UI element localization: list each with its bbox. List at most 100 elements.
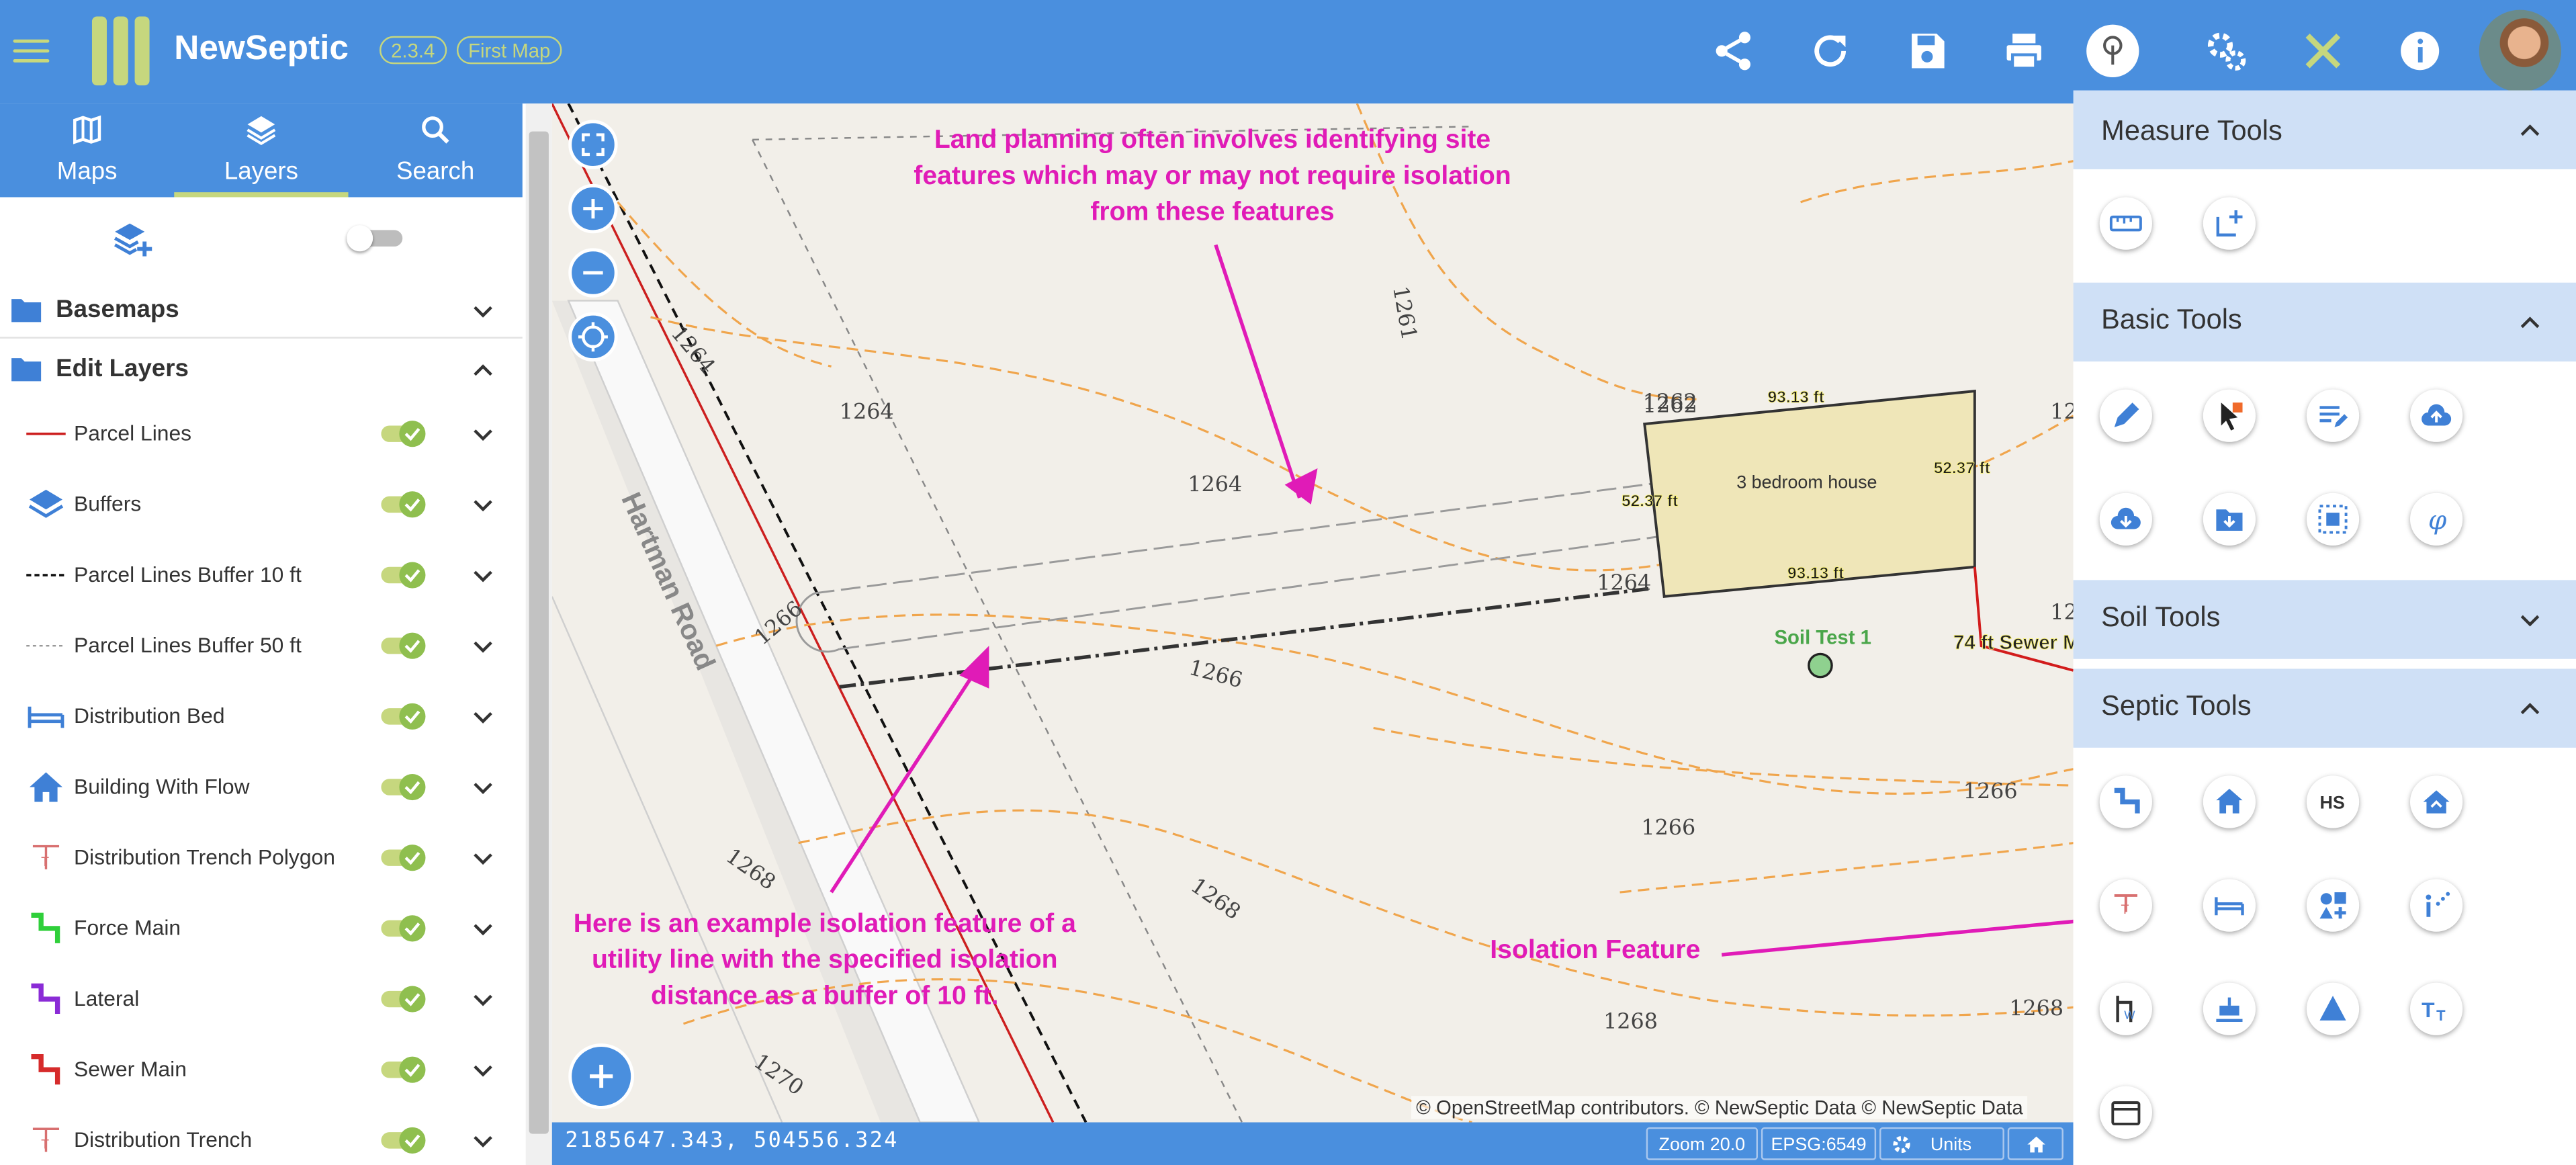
chevron-down-icon[interactable] [472,705,494,728]
layer-toggle[interactable] [381,914,427,943]
home-button[interactable] [2007,1127,2063,1160]
layer-toggle[interactable] [381,1055,427,1084]
epsg-code[interactable]: EPSG:6549 [1761,1127,1877,1160]
print-icon[interactable] [2001,28,2047,74]
soil-test-marker[interactable] [1808,652,1833,679]
map-canvas[interactable]: 1260 1262 1264 1264 1264 1264 1266 1266 … [551,103,2074,1123]
bed-tool[interactable] [2203,879,2256,932]
save-icon[interactable] [1904,28,1950,74]
section-soil-tools[interactable]: Soil Tools [2073,580,2576,659]
layer-row[interactable]: Building With Flow [0,752,523,823]
units-button[interactable]: Units [1879,1127,2004,1160]
layer-group-edit-layers[interactable]: Edit Layers [0,340,523,399]
building-dim-right: 52.37 ft [1934,459,1990,477]
layer-toggle[interactable] [381,1125,427,1155]
info-icon[interactable] [2397,28,2442,74]
force-main-tool[interactable] [2099,775,2152,828]
triangle-icon [2319,996,2346,1021]
section-basic-tools[interactable]: Basic Tools [2073,282,2576,362]
import-button[interactable] [2203,492,2256,546]
layer-toggle[interactable] [381,631,427,660]
layer-row[interactable]: Sewer Main [0,1035,523,1106]
layer-row[interactable]: Parcel Lines Buffer 10 ft [0,541,523,611]
layer-row[interactable]: Parcel Lines Buffer 50 ft [0,611,523,682]
chevron-down-icon[interactable] [472,917,494,940]
add-feature-button[interactable] [568,1043,635,1109]
layer-row[interactable]: Force Main [0,894,523,965]
layer-toggle[interactable] [381,490,427,519]
layer-row[interactable]: T Distribution Trench [0,1106,523,1165]
section-measure-tools[interactable]: Measure Tools [2073,90,2576,169]
notes-icon [2319,406,2348,427]
zoom-out-button[interactable] [568,248,618,298]
active-tab-indicator [174,192,349,198]
chevron-down-icon[interactable] [472,775,494,798]
isolation-feature-tool[interactable] [2306,879,2360,932]
tank-tool[interactable] [2203,982,2256,1035]
chevron-down-icon[interactable] [472,493,494,516]
tree-button[interactable] [2086,24,2139,77]
select-button[interactable] [2203,389,2256,442]
notes-button[interactable] [2306,389,2360,442]
trench-icon: T [2114,894,2137,917]
locate-button[interactable] [568,312,618,362]
triangle-tool[interactable] [2306,982,2360,1035]
layer-group-basemaps[interactable]: Basemaps [0,281,523,340]
chevron-down-icon[interactable] [472,423,494,445]
chevron-down-icon[interactable] [472,847,494,869]
archive-tool[interactable] [2099,1086,2152,1139]
tab-search[interactable]: Search [349,103,523,197]
scrollbar-thumb[interactable] [529,131,549,1134]
formula-button[interactable]: φ [2409,492,2463,546]
layer-toggle[interactable] [381,560,427,590]
tab-layers[interactable]: Layers [174,103,348,197]
layer-visibility-toggle[interactable] [347,225,403,252]
layer-row[interactable]: Distribution Bed [0,682,523,752]
add-layer-icon[interactable] [114,220,153,260]
trench-tool[interactable]: T [2099,879,2152,932]
download-button[interactable] [2099,492,2152,546]
chevron-down-icon[interactable] [472,564,494,587]
chevron-down-icon[interactable] [472,1129,494,1152]
layer-row[interactable]: Parcel Lines [0,399,523,470]
annotation-bottom: Here is an example isolation feature of … [573,910,1076,1011]
refresh-icon[interactable] [1807,28,1853,74]
select-area-button[interactable] [2306,492,2360,546]
chevron-up-icon [2520,124,2540,136]
layer-toggle[interactable] [381,419,427,449]
layer-toggle[interactable] [381,773,427,802]
layer-row[interactable]: Lateral [0,965,523,1035]
svg-text:T: T [2436,1007,2446,1024]
upload-button[interactable] [2409,389,2463,442]
avatar[interactable] [2479,9,2562,92]
text-size-tool[interactable]: TT [2409,982,2463,1035]
layer-row[interactable]: T Distribution Trench Polygon [0,823,523,894]
flow-tool[interactable] [2409,775,2463,828]
layer-row[interactable]: Buffers [0,470,523,540]
tab-layers-label: Layers [224,157,298,186]
settings-icon[interactable] [2203,28,2249,74]
fullscreen-button[interactable] [568,120,618,169]
edit-button[interactable] [2099,389,2152,442]
chevron-down-icon[interactable] [472,634,494,657]
layer-toggle[interactable] [381,984,427,1014]
zoom-in-button[interactable] [568,183,618,234]
section-septic-tools[interactable]: Septic Tools [2073,668,2576,748]
hs-tool[interactable]: HS [2306,775,2360,828]
measure-distance-button[interactable] [2099,197,2152,250]
tools-icon[interactable] [2300,28,2346,74]
tab-maps[interactable]: Maps [0,103,174,197]
info-label-tool[interactable] [2409,879,2463,932]
share-icon[interactable] [1710,28,1756,74]
measure-area-button[interactable] [2203,197,2256,250]
folder-download-icon [2216,509,2243,531]
layer-toggle[interactable] [381,701,427,731]
building-tool[interactable] [2203,775,2256,828]
layer-toggle[interactable] [381,843,427,873]
shapes-add-icon [2319,892,2346,919]
well-tool[interactable]: W [2099,982,2152,1035]
chevron-down-icon[interactable] [472,988,494,1010]
cloud-upload-icon [2422,404,2452,426]
menu-icon[interactable] [13,33,50,69]
chevron-down-icon[interactable] [472,1058,494,1081]
